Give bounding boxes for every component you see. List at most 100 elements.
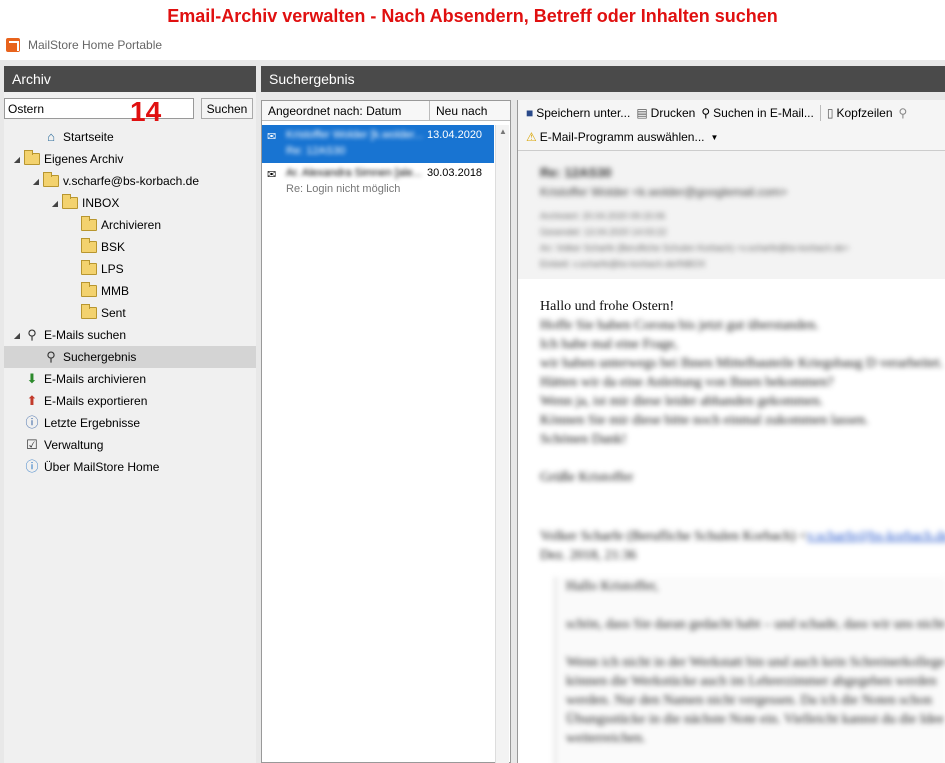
- sort-by-column[interactable]: Angeordnet nach: Datum: [262, 101, 430, 121]
- archive-search-button[interactable]: Suchen: [201, 98, 253, 119]
- sort-order-column[interactable]: Neu nach alt: [430, 101, 502, 138]
- message-from: Kristoffer Wolder <k.wolder@googlemail.c…: [540, 185, 788, 199]
- body-line: Schönen Dank!: [540, 432, 627, 447]
- message-panel: ■ Speichern unter... ▤ Drucken ⚲ Suchen in …: [517, 100, 945, 763]
- result-row[interactable]: ✉ Kristoffer Wolder [k.wolder... 13.04.202…: [262, 125, 494, 163]
- tree-node[interactable]: ☑ Verwaltung: [4, 434, 256, 456]
- result-subject: Re: 12AS30: [286, 145, 346, 157]
- save-as-button[interactable]: ■ Speichern unter...: [526, 106, 630, 120]
- tree-node[interactable]: ⌂ Startseite: [4, 126, 256, 148]
- expand-toggle-icon[interactable]: ◢: [31, 177, 41, 186]
- tree-node[interactable]: ⓘ Über MailStore Home: [4, 456, 256, 478]
- result-date: 13.04.2020: [427, 129, 483, 141]
- tree-node-label: E-Mails archivieren: [44, 372, 147, 386]
- folder-icon: [81, 216, 97, 231]
- archive-panel-header: Archiv: [4, 66, 256, 92]
- tree-node[interactable]: MMB: [4, 280, 256, 302]
- folder-icon: [81, 260, 97, 275]
- result-row[interactable]: ✉ Ar. Alexandra Simnen [ale... 30.03.2018 R…: [262, 163, 494, 201]
- message-toolbar: ■ Speichern unter... ▤ Drucken ⚲ Suchen in …: [518, 101, 945, 125]
- magnifier-icon: ⚲: [27, 327, 37, 342]
- tree-node[interactable]: ⓘ Letzte Ergebnisse: [4, 412, 256, 434]
- tree-node-label: Verwaltung: [44, 438, 104, 452]
- choose-email-client-button[interactable]: ⚠ E-Mail-Programm auswählen... ▼: [526, 130, 718, 144]
- tree-node[interactable]: ⬆ E-Mails exportieren: [4, 390, 256, 412]
- result-panel-header: Suchergebnis: [261, 66, 945, 92]
- result-list-header: Angeordnet nach: Datum Neu nach alt: [262, 101, 510, 138]
- tree-node-label: Eigenes Archiv: [44, 152, 124, 166]
- quote-line: Wenn ich nicht in der Werkstatt bin und …: [566, 655, 945, 670]
- tree-node-label: v.scharfe@bs-korbach.de: [63, 174, 200, 188]
- document-icon: ▯: [826, 106, 834, 120]
- result-list-scrollbar[interactable]: ▲: [495, 125, 509, 763]
- mailstore-logo-icon: [6, 38, 20, 52]
- tree-node-label: BSK: [101, 240, 126, 254]
- tree-node-label: INBOX: [82, 196, 120, 210]
- home-icon: ⌂: [47, 129, 55, 144]
- quote-line: [566, 634, 945, 653]
- expand-toggle-icon[interactable]: ◢: [12, 331, 22, 340]
- tree-node[interactable]: ◢ v.scharfe@bs-korbach.de: [4, 170, 256, 192]
- tree-node-label: Archivieren: [101, 218, 162, 232]
- tree-node[interactable]: LPS: [4, 258, 256, 280]
- quote-line: können die Werkstücke auch im Lehrerzimm…: [566, 674, 937, 689]
- tree-node[interactable]: ◢ INBOX: [4, 192, 256, 214]
- info-list-icon: ⓘ: [25, 415, 39, 430]
- body-line: Können Sie mir diese bitte noch einmal z…: [540, 413, 869, 428]
- quoted-reply: Hallo Kristoffer, schön, dass Sie daran g…: [554, 577, 945, 763]
- export-icon: ⬆: [26, 393, 38, 408]
- step-annotation: 14: [130, 96, 162, 127]
- tree-node[interactable]: BSK: [4, 236, 256, 258]
- tree-node[interactable]: Archivieren: [4, 214, 256, 236]
- expand-toggle-icon[interactable]: ◢: [50, 199, 60, 208]
- mail-icon: ✉: [267, 169, 277, 181]
- checklist-icon: ☑: [26, 437, 38, 452]
- message-body: Hallo und frohe Ostern! Hoffe Sie haben …: [540, 297, 945, 565]
- quote-line: werden. Nur den Namen nicht vergessen. D…: [566, 693, 932, 708]
- headers-button[interactable]: ▯ Kopfzeilen: [827, 106, 893, 120]
- message-header-block: Re: 12AS30 Kristoffer Wolder <k.wolder@g…: [518, 151, 945, 279]
- search-in-email-button[interactable]: ⚲ Suchen in E-Mail...: [701, 106, 814, 120]
- message-view: Re: 12AS30 Kristoffer Wolder <k.wolder@g…: [518, 150, 945, 763]
- message-meta-folder: Einbett: v.scharfe@bs-korbach.de/INBOX: [540, 259, 706, 269]
- message-meta-archived: Archiviert: 20.04.2020 09:15:06: [540, 211, 666, 221]
- tree-node[interactable]: ⚲ Suchergebnis: [4, 346, 256, 368]
- tree-node-label: Sent: [101, 306, 126, 320]
- quote-line: weiterreichen.: [566, 731, 646, 746]
- reply-header: Volker Scharfe (Berufliche Schulen Korba…: [540, 527, 945, 546]
- tree-node-label: Letzte Ergebnisse: [44, 416, 141, 430]
- tree-node[interactable]: ◢ Eigenes Archiv: [4, 148, 256, 170]
- body-line: [540, 449, 940, 468]
- tree-node-label: Über MailStore Home: [44, 460, 160, 474]
- tree-node-label: Suchergebnis: [63, 350, 137, 364]
- print-button[interactable]: ▤ Drucken: [636, 106, 695, 120]
- expand-toggle-icon[interactable]: ◢: [12, 155, 22, 164]
- result-sender: Kristoffer Wolder [k.wolder...: [286, 129, 424, 141]
- more-options-icon[interactable]: ⚲: [899, 106, 911, 120]
- folder-icon: [81, 282, 97, 297]
- floppy-disk-icon: ■: [526, 106, 534, 120]
- archive-tree: ⌂ Startseite ◢ Eigenes Archiv ◢ v.scharfe@bs-…: [4, 126, 256, 478]
- tree-node[interactable]: ⬇ E-Mails archivieren: [4, 368, 256, 390]
- magnifier-icon: ⚲: [701, 106, 711, 120]
- dropdown-arrow-icon: ▼: [710, 132, 719, 142]
- archive-search-input[interactable]: [4, 98, 194, 119]
- client-toolbar: ⚠ E-Mail-Programm auswählen... ▼: [518, 125, 945, 149]
- reply-email-link[interactable]: v.scharfe@bs-korbach.de: [807, 529, 945, 544]
- app-title: MailStore Home Portable: [28, 38, 163, 52]
- body-line: Ich habe mal eine Frage,: [540, 337, 678, 352]
- tree-node-label: MMB: [101, 284, 129, 298]
- quote-line: [566, 596, 945, 615]
- quote-line: Übungsstücke in die nächste Note ein. Vi…: [566, 712, 944, 727]
- message-meta-to: An: Volker Scharfe (Berufliche Schulen K…: [540, 243, 850, 253]
- tree-node[interactable]: Sent: [4, 302, 256, 324]
- printer-icon: ▤: [636, 106, 648, 120]
- info-icon: ⓘ: [25, 459, 39, 474]
- body-line: Hoffe Sie haben Corona bis jetzt gut übe…: [540, 318, 819, 333]
- tree-node[interactable]: ◢ ⚲ E-Mails suchen: [4, 324, 256, 346]
- result-list: ✉ Kristoffer Wolder [k.wolder... 13.04.202…: [262, 125, 494, 201]
- message-greeting: Hallo und frohe Ostern!: [540, 299, 675, 314]
- quote-line: Hallo Kristoffer,: [566, 579, 659, 594]
- scroll-up-icon[interactable]: ▲: [499, 127, 507, 136]
- message-subject: Re: 12AS30: [540, 165, 612, 180]
